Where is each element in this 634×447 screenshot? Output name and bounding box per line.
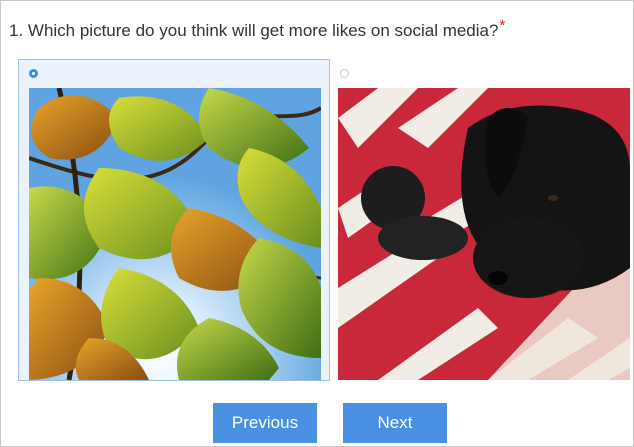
question-title: 1. Which picture do you think will get m… [9,17,505,41]
survey-card: 1. Which picture do you think will get m… [0,0,634,447]
image-option-leaves[interactable] [18,59,330,381]
question-text: 1. Which picture do you think will get m… [9,21,499,40]
leaves-photo[interactable] [29,88,321,380]
previous-button[interactable]: Previous [213,403,317,443]
required-asterisk: * [499,17,506,34]
radio-button-option-2[interactable] [340,69,349,78]
radio-button-option-1[interactable] [29,69,38,78]
next-button[interactable]: Next [343,403,447,443]
image-option-dog[interactable] [331,59,633,381]
dog-photo[interactable] [338,88,630,380]
